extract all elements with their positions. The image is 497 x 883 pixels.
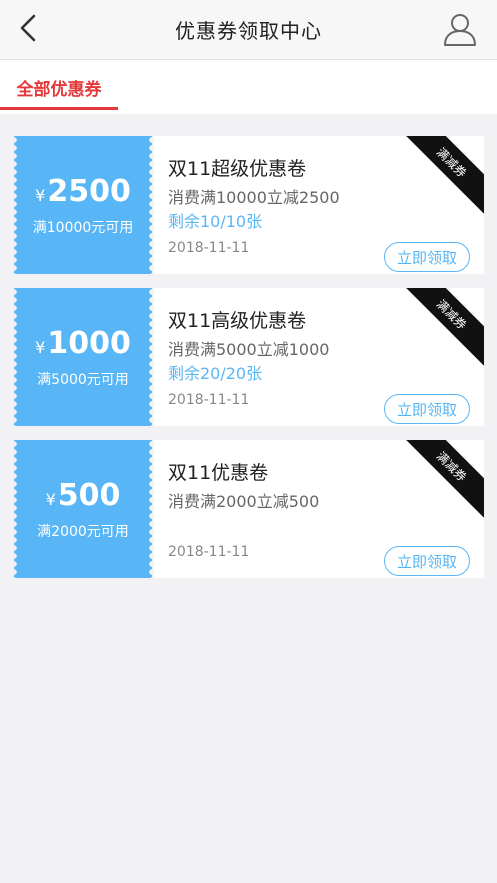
coupon-amount-value: 1000 <box>47 325 131 361</box>
claim-button[interactable]: 立即领取 <box>384 546 470 576</box>
coupon-list: ¥ 2500 满10000元可用 双11超级优惠卷 消费满10000立减2500… <box>11 136 484 592</box>
coupon-date: 2018-11-11 <box>168 544 250 560</box>
coupon-condition: 满2000元可用 <box>37 523 129 540</box>
tab-all-coupons[interactable]: 全部优惠券 <box>0 60 118 114</box>
coupon-detail-panel: 双11超级优惠卷 消费满10000立减2500 剩余10/10张 2018-11… <box>154 136 484 274</box>
user-icon <box>444 14 476 46</box>
coupon-card: ¥ 2500 满10000元可用 双11超级优惠卷 消费满10000立减2500… <box>11 136 484 274</box>
coupon-detail-panel: 双11优惠卷 消费满2000立减500 2018-11-11 立即领取 满减券 <box>154 440 484 578</box>
coupon-card: ¥ 500 满2000元可用 双11优惠卷 消费满2000立减500 2018-… <box>11 440 484 578</box>
coupon-title: 双11高级优惠卷 <box>168 310 307 332</box>
coupon-card: ¥ 1000 满5000元可用 双11高级优惠卷 消费满5000立减1000 剩… <box>11 288 484 426</box>
coupon-condition: 满5000元可用 <box>37 371 129 388</box>
coupon-description: 消费满2000立减500 <box>168 492 320 511</box>
back-button[interactable] <box>14 14 42 42</box>
tab-active-indicator <box>0 107 118 110</box>
coupon-amount: ¥ 1000 <box>35 326 131 361</box>
coupon-date: 2018-11-11 <box>168 392 250 408</box>
coupon-condition: 满10000元可用 <box>32 219 134 236</box>
claim-button[interactable]: 立即领取 <box>384 242 470 272</box>
currency-symbol: ¥ <box>45 489 56 509</box>
coupon-amount-value: 500 <box>57 477 121 513</box>
coupon-type-ribbon: 满减券 <box>399 288 484 367</box>
coupon-description: 消费满5000立减1000 <box>168 340 330 359</box>
claim-button[interactable]: 立即领取 <box>384 394 470 424</box>
currency-symbol: ¥ <box>35 185 46 205</box>
coupon-description: 消费满10000立减2500 <box>168 188 340 207</box>
page-title: 优惠券领取中心 <box>175 19 322 43</box>
currency-symbol: ¥ <box>35 337 46 357</box>
coupon-amount: ¥ 2500 <box>35 174 131 209</box>
chevron-left-icon <box>20 14 36 42</box>
coupon-type-ribbon: 满减券 <box>399 440 484 519</box>
coupon-title: 双11超级优惠卷 <box>168 158 307 180</box>
coupon-stock: 剩余10/10张 <box>168 212 263 231</box>
header-bar: 优惠券领取中心 <box>0 0 497 60</box>
coupon-amount-panel: ¥ 1000 满5000元可用 <box>11 288 155 426</box>
coupon-amount-panel: ¥ 2500 满10000元可用 <box>11 136 155 274</box>
coupon-amount-panel: ¥ 500 满2000元可用 <box>11 440 155 578</box>
coupon-title: 双11优惠卷 <box>168 462 269 484</box>
coupon-date: 2018-11-11 <box>168 240 250 256</box>
coupon-stock: 剩余20/20张 <box>168 364 263 383</box>
tab-label: 全部优惠券 <box>16 79 102 100</box>
coupon-amount-value: 2500 <box>47 173 131 209</box>
coupon-type-ribbon: 满减券 <box>399 136 484 215</box>
user-button[interactable] <box>441 10 479 48</box>
coupon-detail-panel: 双11高级优惠卷 消费满5000立减1000 剩余20/20张 2018-11-… <box>154 288 484 426</box>
coupon-amount: ¥ 500 <box>46 478 121 513</box>
tab-bar: 全部优惠券 <box>0 60 497 114</box>
